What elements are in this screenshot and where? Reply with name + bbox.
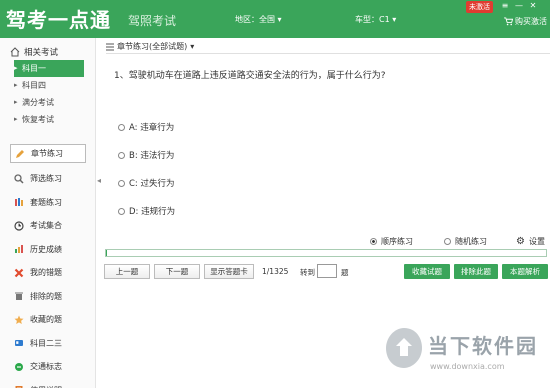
star-icon [14, 315, 24, 324]
pencil-icon [16, 149, 24, 158]
subject-item-restore[interactable]: 恢复考试 [14, 111, 84, 128]
sidebar-item-x-mark[interactable]: 我的错题 [10, 261, 86, 285]
books-icon [15, 198, 23, 207]
sidebar-item-label: 套题练习 [30, 197, 62, 207]
sidebar-item-magnifier[interactable]: 筛选练习 [10, 167, 86, 191]
option-c-label: C: 过失行为 [129, 179, 175, 189]
sidebar-item-star[interactable]: 收藏的题 [10, 308, 86, 332]
watermark-name: 当下软件园 [428, 334, 538, 358]
magnifier-icon [14, 174, 24, 184]
chevron-down-icon: ▾ [190, 42, 195, 51]
clock-icon [14, 221, 24, 231]
question-toolbar: 上一题 下一题 显示答题卡 1/1325 转到 题 收藏试题 排除此题 本题解析 [104, 264, 550, 280]
question-text: 1、驾驶机动车在道路上违反道路交通安全法的行为，属于什么行为? [114, 71, 386, 81]
option-a-label: A: 违章行为 [129, 123, 175, 133]
app-logo: 驾考一点通 [6, 8, 111, 32]
traffic-light-icon [15, 362, 23, 371]
sidebar-menu: 章节练习筛选练习套题练习考试集合历史成绩我的错题排除的题收藏的题科目二三交通标志… [10, 144, 86, 388]
next-question-button[interactable]: 下一题 [154, 264, 200, 279]
mode-random-label: 随机练习 [455, 237, 487, 246]
sidebar-item-label: 科目二三 [30, 338, 62, 348]
car-type-selector[interactable]: 车型：C1 ▾ [355, 14, 396, 25]
sidebar-item-bar-chart[interactable]: 历史成绩 [10, 238, 86, 262]
sidebar: 相关考试 科目一 科目四 满分考试 恢复考试 章节练习筛选练习套题练习考试集合历… [0, 38, 96, 388]
sidebar-item-label: 章节练习 [31, 149, 63, 158]
option-a[interactable]: A: 违章行为 [118, 121, 174, 133]
goto-label: 转到 [300, 268, 315, 277]
buy-activation-button[interactable]: 购买激活 [504, 16, 547, 27]
option-d[interactable]: D: 违规行为 [118, 205, 175, 217]
option-a-radio[interactable] [118, 123, 125, 131]
option-b[interactable]: B: 违法行为 [118, 149, 174, 161]
collapse-sidebar-icon[interactable]: ◂ [97, 176, 101, 185]
watermark-logo-icon [386, 328, 422, 368]
sidebar-item-book[interactable]: 使用说明 [10, 379, 86, 388]
mode-random[interactable]: 随机练习 [444, 236, 487, 247]
option-c[interactable]: C: 过失行为 [118, 177, 175, 189]
sidebar-item-clock[interactable]: 考试集合 [10, 214, 86, 238]
progress-bar [105, 249, 547, 257]
option-c-radio[interactable] [118, 179, 125, 187]
sidebar-item-label: 交通标志 [30, 362, 62, 372]
goto-suffix: 题 [341, 268, 349, 277]
app-header: 驾考一点通 驾照考试 地区：全国 ▾ 车型：C1 ▾ 未激活 ≡ — ✕ 购买激… [0, 0, 550, 38]
watermark: 当下软件园 www.downxia.com [384, 324, 544, 384]
favorite-question-button[interactable]: 收藏试题 [404, 264, 450, 279]
sidebar-item-books[interactable]: 套题练习 [10, 191, 86, 215]
page-counter: 1/1325 [262, 267, 289, 276]
sidebar-item-label: 排除的题 [30, 291, 62, 301]
subject-item-1[interactable]: 科目一 [14, 60, 84, 77]
list-icon [106, 43, 114, 50]
mode-random-radio[interactable] [444, 238, 451, 245]
window-controls: ≡ — ✕ [500, 1, 538, 10]
id-card-icon [15, 340, 23, 347]
mode-sequential-radio[interactable] [370, 238, 377, 245]
answer-card-button[interactable]: 显示答题卡 [204, 264, 254, 279]
minimize-icon[interactable]: — [514, 1, 524, 10]
mode-sequential[interactable]: 顺序练习 [370, 236, 413, 247]
prev-question-button[interactable]: 上一题 [104, 264, 150, 279]
subject-item-4[interactable]: 科目四 [14, 77, 84, 94]
sidebar-item-pencil[interactable]: 章节练习 [10, 144, 86, 163]
region-selector[interactable]: 地区：全国 ▾ [235, 14, 282, 25]
buy-label: 购买激活 [515, 17, 547, 26]
related-exams-heading: 相关考试 [10, 46, 58, 58]
breadcrumb-label: 章节练习(全部试题) [117, 42, 188, 51]
sidebar-item-label: 收藏的题 [30, 315, 62, 325]
cart-icon [504, 17, 513, 26]
activation-badge[interactable]: 未激活 [466, 1, 493, 13]
explanation-button[interactable]: 本题解析 [502, 264, 548, 279]
trash-icon [15, 292, 23, 301]
watermark-url: www.downxia.com [430, 362, 505, 371]
sidebar-item-label: 我的错题 [30, 268, 62, 278]
menu-icon[interactable]: ≡ [500, 1, 510, 10]
sidebar-item-label: 考试集合 [30, 221, 62, 231]
option-b-radio[interactable] [118, 151, 125, 159]
x-mark-icon [14, 268, 24, 278]
sidebar-item-trash[interactable]: 排除的题 [10, 285, 86, 309]
exclude-question-button[interactable]: 排除此题 [454, 264, 498, 279]
subject-item-full-score[interactable]: 满分考试 [14, 94, 84, 111]
option-b-label: B: 违法行为 [129, 151, 175, 161]
sidebar-item-traffic-light[interactable]: 交通标志 [10, 355, 86, 379]
option-d-radio[interactable] [118, 207, 125, 215]
sidebar-item-label: 历史成绩 [30, 244, 62, 254]
subject-list: 科目一 科目四 满分考试 恢复考试 [14, 60, 84, 128]
gear-icon: ⚙ [516, 236, 525, 247]
app-subtitle: 驾照考试 [128, 14, 177, 28]
sidebar-item-id-card[interactable]: 科目二三 [10, 332, 86, 356]
goto-question-input[interactable] [317, 264, 337, 278]
option-d-label: D: 违规行为 [129, 207, 176, 217]
home-icon [10, 47, 20, 57]
breadcrumb[interactable]: 章节练习(全部试题) ▾ [106, 40, 550, 54]
settings-button[interactable]: ⚙ 设置 [516, 236, 545, 247]
related-exams-label: 相关考试 [24, 48, 59, 58]
sidebar-item-label: 筛选练习 [30, 174, 62, 184]
close-icon[interactable]: ✕ [528, 1, 538, 10]
bar-chart-icon [15, 245, 23, 254]
settings-label: 设置 [528, 237, 545, 246]
mode-sequential-label: 顺序练习 [381, 237, 413, 246]
